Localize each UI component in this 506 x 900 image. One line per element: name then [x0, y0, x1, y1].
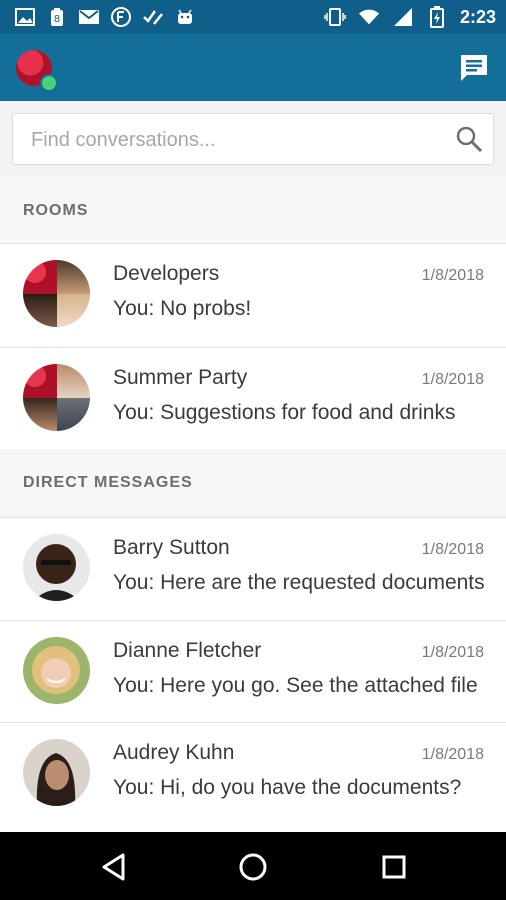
circle-f-icon — [110, 6, 132, 28]
conversation-date: 1/8/2018 — [421, 746, 484, 763]
search-bar — [0, 101, 506, 177]
section-title: DIRECT MESSAGES — [23, 474, 193, 491]
conversation-preview: You: No probs! — [113, 297, 252, 320]
direct-messages-section-header: DIRECT MESSAGES — [0, 449, 506, 517]
svg-text:8: 8 — [54, 14, 60, 25]
new-chat-icon[interactable] — [458, 52, 490, 84]
conversation-name: Barry Sutton — [113, 536, 230, 559]
search-icon[interactable] — [455, 125, 483, 153]
conversation-preview: You: Here you go. See the attached file — [113, 674, 478, 697]
section-title: ROOMS — [23, 202, 89, 219]
conversation-preview: You: Here are the requested documents — [113, 571, 485, 594]
home-icon[interactable] — [236, 850, 270, 884]
android-icon — [174, 6, 196, 28]
mail-icon — [78, 6, 100, 28]
room-avatar — [23, 364, 90, 431]
recents-icon[interactable] — [377, 850, 411, 884]
room-avatar — [23, 260, 90, 327]
list-item-audrey-kuhn[interactable]: Audrey Kuhn 1/8/2018 You: Hi, do you hav… — [0, 722, 506, 833]
conversation-name: Dianne Fletcher — [113, 639, 262, 662]
app-bar — [0, 34, 506, 101]
conversation-preview: You: Suggestions for food and drinks — [113, 401, 456, 424]
conversation-date: 1/8/2018 — [421, 267, 484, 284]
system-icons: 2:23 — [324, 6, 496, 28]
conversation-date: 1/8/2018 — [421, 644, 484, 661]
clock: 2:23 — [459, 6, 496, 27]
conversation-date: 1/8/2018 — [421, 541, 484, 558]
search-input[interactable] — [29, 114, 453, 166]
contact-avatar — [23, 637, 90, 704]
list-item-summer-party[interactable]: Summer Party 1/8/2018 You: Suggestions f… — [0, 347, 506, 450]
conversation-name: Summer Party — [113, 366, 248, 389]
notification-icons: 8 — [14, 6, 196, 28]
back-icon[interactable] — [97, 850, 131, 884]
conversation-date: 1/8/2018 — [421, 371, 484, 388]
online-status-dot — [40, 74, 58, 92]
conversation-name: Audrey Kuhn — [113, 741, 235, 764]
contact-avatar — [23, 534, 90, 601]
wifi-icon — [358, 6, 380, 28]
battery-saver-icon: 8 — [46, 6, 68, 28]
search-box[interactable] — [12, 113, 494, 166]
conversation-preview: You: Hi, do you have the documents? — [113, 776, 462, 799]
conversation-name: Developers — [113, 262, 220, 285]
signal-icon — [392, 6, 414, 28]
list-item-barry-sutton[interactable]: Barry Sutton 1/8/2018 You: Here are the … — [0, 517, 506, 621]
checklist-icon — [142, 6, 164, 28]
list-item-developers[interactable]: Developers 1/8/2018 You: No probs! — [0, 243, 506, 348]
rooms-section-header: ROOMS — [0, 177, 506, 243]
contact-avatar — [23, 739, 90, 806]
status-bar: 8 2:23 — [0, 0, 506, 34]
image-icon — [14, 6, 36, 28]
system-navigation-bar — [0, 832, 506, 900]
list-item-dianne-fletcher[interactable]: Dianne Fletcher 1/8/2018 You: Here you g… — [0, 620, 506, 723]
vibrate-icon — [324, 6, 346, 28]
battery-charging-icon — [426, 6, 448, 28]
